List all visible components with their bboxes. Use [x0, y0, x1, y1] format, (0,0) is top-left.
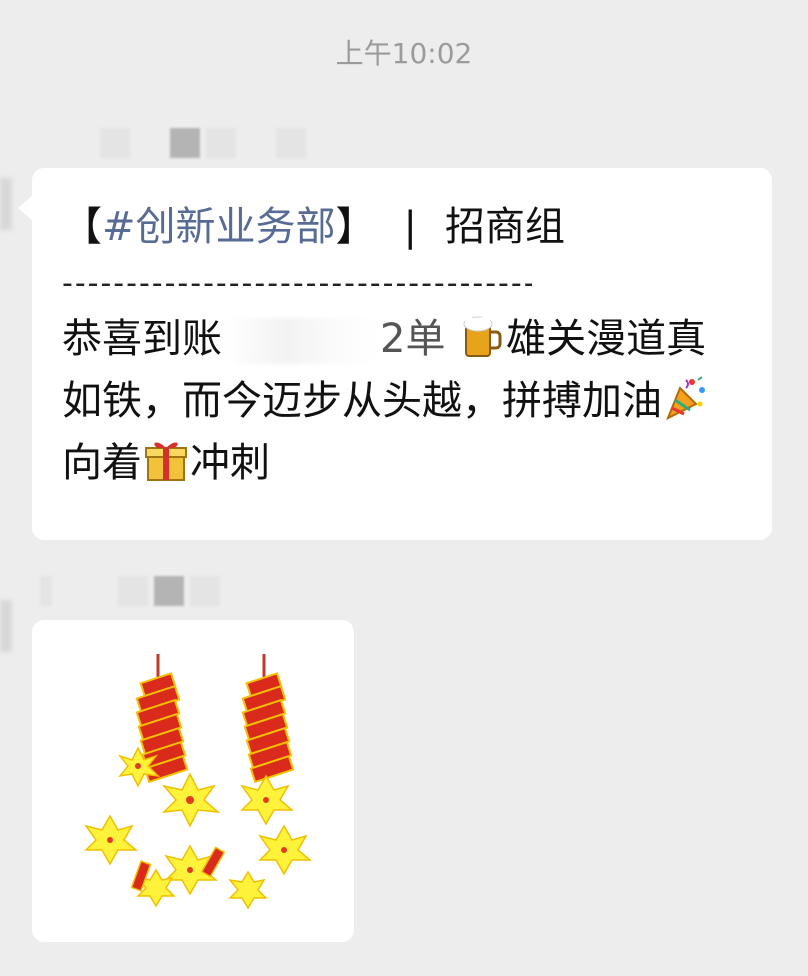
message-text: 【#创新业务部】 | 招商组 ---------------------------… [62, 196, 746, 494]
group-name: 招商组 [445, 204, 565, 250]
beer-mug-icon [458, 312, 506, 360]
redacted-name [226, 318, 376, 364]
party-popper-icon [662, 374, 710, 422]
sender-name-redacted [40, 576, 220, 610]
divider-line: ----------------------------------------… [62, 266, 532, 301]
sender-name-redacted [100, 128, 306, 162]
message-header-line: 【#创新业务部】 | 招商组 [62, 204, 565, 250]
firecrackers-sticker [84, 654, 313, 910]
gift-icon [142, 436, 190, 484]
message-bubble[interactable]: 【#创新业务部】 | 招商组 ---------------------------… [18, 168, 772, 540]
chat-timestamp: 上午10:02 [335, 37, 473, 70]
sender-avatar-edge[interactable] [0, 178, 12, 230]
message-body: 恭喜到账 2单 雄关漫道真如铁，而今迈步从头越，拼搏加油向着 冲刺 [62, 308, 746, 494]
sticker-bubble[interactable] [32, 620, 354, 942]
sender-avatar-edge[interactable] [0, 600, 12, 652]
department-hashtag-link[interactable]: #创新业务部 [102, 204, 336, 250]
